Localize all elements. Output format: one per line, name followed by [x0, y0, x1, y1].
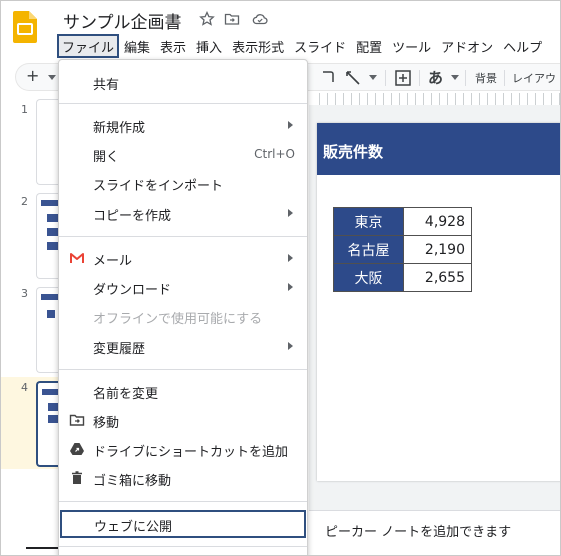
table-cell-city[interactable]: 名古屋 — [333, 235, 404, 264]
trash-icon — [72, 471, 82, 484]
menu-item-label: 開く — [93, 150, 120, 165]
menubar: ファイル 編集 表示 挿入 表示形式 スライド 配置 ツール アドオン ヘルプ — [57, 34, 547, 58]
move-folder-icon — [69, 414, 85, 426]
menu-item-rename[interactable]: 名前を変更 — [59, 377, 307, 405]
table-row: 名古屋 2,190 — [333, 235, 472, 264]
slide-canvas[interactable]: 販売件数 東京 4,928 名古屋 2,190 大阪 2,655 — [309, 105, 560, 510]
menu-tools[interactable]: ツール — [387, 34, 436, 58]
table-cell-city[interactable]: 大阪 — [333, 263, 404, 292]
background-button[interactable]: 背景 — [475, 70, 497, 86]
submenu-arrow-icon — [288, 121, 293, 129]
new-slide-button[interactable]: + — [26, 66, 39, 85]
menu-item-label: コピーを作成 — [93, 209, 172, 224]
submenu-arrow-icon — [288, 283, 293, 291]
menu-item-import-slides[interactable]: スライドをインポート — [59, 169, 307, 197]
table-cell-city[interactable]: 東京 — [333, 207, 404, 236]
menu-help[interactable]: ヘルプ — [498, 34, 547, 58]
document-title[interactable]: サンプル企画書 — [63, 8, 182, 33]
menu-divider — [59, 236, 307, 237]
menu-item-label: 共有 — [93, 78, 120, 93]
table-row: 大阪 2,655 — [333, 263, 472, 292]
input-tools-button[interactable]: あ — [428, 67, 443, 88]
submenu-arrow-icon — [288, 209, 293, 217]
menu-arrange[interactable]: 配置 — [351, 34, 387, 58]
star-icon[interactable] — [199, 11, 215, 27]
menu-divider — [59, 103, 307, 104]
move-folder-icon[interactable] — [224, 11, 240, 27]
menu-item-label: 新規作成 — [93, 121, 146, 136]
menu-item-label: 移動 — [93, 416, 120, 431]
menu-item-version-history[interactable]: 変更履歴 — [59, 332, 307, 360]
layout-button[interactable]: レイアウ — [512, 70, 556, 86]
cloud-saved-icon[interactable] — [252, 11, 268, 27]
menu-item-publish-to-web[interactable]: ウェブに公開 — [60, 510, 306, 538]
slide-number: 4 — [21, 381, 28, 394]
input-tools-dropdown-icon[interactable] — [451, 75, 459, 81]
menu-item-open[interactable]: 開く Ctrl+O — [59, 140, 307, 168]
gmail-icon — [70, 253, 84, 263]
menu-divider — [59, 369, 307, 370]
comment-add-icon[interactable] — [394, 69, 412, 87]
menu-item-label: 名前を変更 — [93, 387, 159, 402]
table-row: 東京 4,928 — [333, 207, 472, 236]
current-slide[interactable]: 販売件数 東京 4,928 名古屋 2,190 大阪 2,655 — [317, 123, 560, 481]
menu-item-label: ダウンロード — [93, 283, 172, 298]
shape-icon[interactable] — [320, 69, 336, 85]
menu-item-label: スライドをインポート — [93, 179, 224, 194]
menu-divider — [59, 546, 307, 547]
google-slides-logo-icon[interactable] — [13, 11, 37, 43]
shortcut-label: Ctrl+O — [254, 147, 295, 161]
menu-file[interactable]: ファイル — [57, 34, 120, 58]
table-cell-count[interactable]: 4,928 — [403, 207, 472, 236]
menu-item-new[interactable]: 新規作成 — [59, 111, 307, 139]
menu-item-trash[interactable]: ゴミ箱に移動 — [59, 464, 307, 492]
slide-title[interactable]: 販売件数 — [323, 141, 383, 162]
slide-number: 2 — [21, 195, 28, 208]
speaker-notes[interactable]: ピーカー ノートを追加できます — [309, 510, 560, 555]
slides-window: サンプル企画書 ファイル 編集 表示 挿入 表示形式 スライド 配置 ツール ア… — [0, 0, 561, 556]
line-dropdown-icon[interactable] — [369, 75, 377, 81]
slide-number: 3 — [21, 287, 28, 300]
table-cell-count[interactable]: 2,655 — [403, 263, 472, 292]
table-cell-count[interactable]: 2,190 — [403, 235, 472, 264]
menu-item-add-shortcut[interactable]: ドライブにショートカットを追加 — [59, 435, 307, 463]
menu-item-label: 変更履歴 — [93, 342, 146, 357]
submenu-arrow-icon — [288, 254, 293, 262]
line-icon[interactable] — [344, 69, 362, 87]
sales-table[interactable]: 東京 4,928 名古屋 2,190 大阪 2,655 — [333, 207, 472, 292]
filmstrip: 1 2 3 4 — [1, 93, 66, 555]
new-slide-dropdown-icon[interactable] — [48, 75, 56, 81]
menu-item-label: オフラインで使用可能にする — [93, 312, 263, 327]
slide-title-band: 販売件数 — [317, 123, 560, 175]
menu-addons[interactable]: アドオン — [436, 34, 498, 58]
menu-item-move[interactable]: 移動 — [59, 406, 307, 434]
menu-item-share[interactable]: 共有 — [59, 68, 307, 96]
horizontal-ruler — [319, 93, 560, 105]
file-menu-dropdown: 共有 新規作成 開く Ctrl+O スライドをインポート コピーを作成 メール … — [58, 59, 308, 555]
menu-edit[interactable]: 編集 — [119, 34, 155, 58]
menu-insert[interactable]: 挿入 — [191, 34, 227, 58]
menu-format[interactable]: 表示形式 — [227, 34, 289, 58]
menu-item-label: ゴミ箱に移動 — [93, 474, 172, 489]
speaker-notes-placeholder: ピーカー ノートを追加できます — [325, 525, 512, 540]
menu-item-label: ウェブに公開 — [94, 520, 173, 535]
menu-item-make-copy[interactable]: コピーを作成 — [59, 199, 307, 227]
slide-number: 1 — [21, 103, 28, 116]
menu-view[interactable]: 表示 — [155, 34, 191, 58]
menu-item-label: メール — [93, 254, 133, 269]
menu-item-label: ドライブにショートカットを追加 — [93, 445, 289, 460]
menu-item-download[interactable]: ダウンロード — [59, 273, 307, 301]
drive-shortcut-icon — [70, 443, 84, 455]
menu-item-email[interactable]: メール — [59, 244, 307, 272]
submenu-arrow-icon — [288, 342, 293, 350]
menu-divider — [59, 501, 307, 502]
menu-item-offline: オフラインで使用可能にする — [59, 302, 307, 330]
menu-slide[interactable]: スライド — [289, 34, 351, 58]
